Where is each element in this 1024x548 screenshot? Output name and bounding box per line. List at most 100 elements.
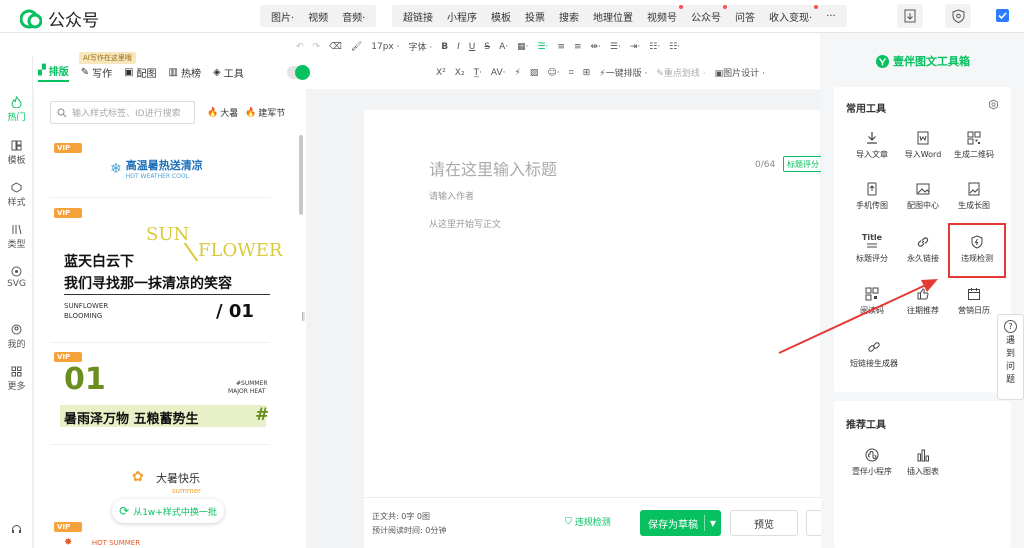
menu-miniprogram[interactable]: 小程序 [440, 9, 484, 24]
style-panel-scrollbar[interactable] [299, 135, 303, 215]
tab-images[interactable]: ▣ 配图 [124, 65, 156, 80]
emoji-icon[interactable]: ☺· [547, 68, 559, 78]
tool-title-score[interactable]: Title 标题评分 [846, 233, 898, 264]
app-logo[interactable]: 公众号 [20, 6, 99, 31]
export-icon-button[interactable] [897, 4, 923, 28]
menu-audio[interactable]: 音频· [335, 9, 372, 24]
panel-toggle[interactable] [287, 65, 310, 80]
menu-image[interactable]: 图片· [264, 9, 301, 24]
style-card-3[interactable]: 01 #SUMMER MAJOR HEAT 暑雨泽万物 五粮蓄势生 # [50, 349, 270, 445]
style-card-1[interactable]: ❄ 高温暑热送清凉 HOT WEATHER COOL [50, 140, 270, 198]
bold-icon[interactable]: B [441, 42, 448, 52]
font-family-select[interactable]: 字体 · [408, 40, 432, 53]
tool-past-recommend[interactable]: 往期推荐 [897, 287, 949, 316]
image-insert-icon[interactable]: ▨ [530, 68, 539, 78]
hot-tag-dashu[interactable]: 🔥 大暑 [207, 106, 238, 120]
superscript-icon[interactable]: X² [436, 68, 446, 78]
letter-spacing-icon[interactable]: ⇹· [591, 42, 601, 52]
italic-icon[interactable]: I [457, 42, 460, 52]
underline-icon[interactable]: U [469, 42, 476, 52]
font-size-select[interactable]: 17px · [371, 42, 399, 52]
undo-icon[interactable]: ↶ [296, 42, 304, 52]
image-design[interactable]: ▣图片设计 · [715, 66, 765, 79]
menu-vote[interactable]: 投票 [518, 9, 552, 24]
eraser-icon[interactable]: ⌫ [329, 42, 342, 52]
tool-phone-upload[interactable]: 手机传图 [846, 182, 898, 211]
menu-hyperlink[interactable]: 超链接 [396, 9, 440, 24]
menu-search[interactable]: 搜索 [552, 9, 586, 24]
tab-write[interactable]: ✎ 写作 [81, 65, 112, 80]
tool-marketing-calendar[interactable]: 营销日历 [948, 287, 1000, 316]
menu-qa[interactable]: 问答 [728, 9, 762, 24]
tool-image-center[interactable]: 配图中心 [897, 182, 949, 211]
rail-hot[interactable]: 热门 [0, 96, 33, 123]
rail-mine[interactable]: 我的 [0, 324, 33, 350]
indent-icon[interactable]: ⇥· [630, 42, 640, 52]
one-click-layout[interactable]: ⚡一键排版 · [599, 66, 647, 79]
tool-import-word[interactable]: 导入Word [897, 131, 949, 160]
menu-template[interactable]: 模板 [484, 9, 518, 24]
ordered-list-icon[interactable]: ☷· [669, 42, 680, 52]
html-icon[interactable]: ⌗ [569, 68, 574, 78]
align-center-icon[interactable]: ≡ [557, 42, 565, 52]
tab-layout[interactable]: ▞ 排版 [38, 63, 69, 82]
subscript-icon[interactable]: X₂ [455, 68, 465, 78]
tool-short-link[interactable]: 短链接生成器 [844, 340, 904, 369]
font-color-icon[interactable]: A· [499, 42, 508, 52]
tool-long-image[interactable]: 生成长图 [948, 182, 1000, 211]
redo-icon[interactable]: ↷ [313, 42, 321, 52]
title-score-button[interactable]: 标题评分 [783, 156, 823, 172]
rail-support[interactable] [0, 524, 33, 537]
tool-import-article[interactable]: 导入文章 [846, 131, 898, 160]
style-card-2[interactable]: SUN FLOWER 蓝天白云下 我们寻找那一抹清凉的笑容 SUNFLOWER … [50, 205, 282, 343]
list-icon[interactable]: ☷· [649, 42, 660, 52]
tool-insert-chart[interactable]: 插入图表 [897, 448, 949, 477]
rail-template[interactable]: 模板 [0, 140, 33, 166]
menu-official-account[interactable]: 公众号 [684, 4, 728, 24]
align-right-icon[interactable]: ≡ [574, 42, 582, 52]
snowflake-icon: ❄ [110, 160, 122, 177]
align-left-icon[interactable]: ☰· [537, 42, 548, 52]
panel-resize-handle[interactable]: ‖ [301, 312, 306, 322]
clear-format-icon[interactable]: T̲· [474, 68, 482, 78]
help-button[interactable]: ? 遇 到 问 题 [997, 314, 1024, 400]
focus-underline[interactable]: ✎重点划线 · [656, 66, 705, 79]
text-effect-icon[interactable]: AV· [491, 68, 506, 78]
rail-style[interactable]: 样式 [0, 182, 33, 208]
checked-icon-button[interactable] [996, 9, 1009, 22]
style-search-input[interactable]: 输入样式标签、ID进行搜索 [50, 101, 195, 124]
tool-permanent-link[interactable]: 永久链接 [897, 235, 949, 264]
violation-check-button[interactable]: ⛉ 违规检测 [565, 515, 611, 529]
rail-type[interactable]: 类型 [0, 224, 33, 250]
menu-more[interactable]: ··· [819, 11, 843, 22]
card2-tag2: BLOOMING [64, 312, 103, 320]
refresh-batch-button[interactable]: ⟳ 从1w+样式中换一批 [112, 499, 224, 523]
hot-tag-army-day[interactable]: 🔥 建军节 [245, 106, 285, 120]
menu-monetize[interactable]: 收入变现· [762, 4, 819, 24]
table-icon[interactable]: ⊞ [583, 68, 591, 78]
tool-yiban-miniprogram[interactable]: 壹伴小程序 [846, 448, 898, 477]
save-draft-button[interactable]: 保存为草稿 ▼ [640, 510, 721, 536]
style-card-5[interactable]: ✸ HOT SUMMER [64, 535, 274, 548]
chevron-down-icon[interactable]: ▼ [704, 515, 721, 531]
menu-location[interactable]: 地理位置 [586, 9, 640, 24]
background-color-icon[interactable]: ▦· [517, 42, 528, 52]
format-painter-icon[interactable]: 🖌 [351, 42, 362, 52]
tab-hot[interactable]: ▥ 热榜 [169, 65, 201, 80]
strikethrough-icon[interactable]: S [484, 42, 490, 52]
rail-more[interactable]: 更多 [0, 366, 33, 392]
tab-tools[interactable]: ◈ 工具 [213, 65, 244, 80]
menu-video[interactable]: 视频 [301, 9, 335, 24]
tool-qrcode[interactable]: 生成二维码 [948, 131, 1000, 160]
preview-button[interactable]: 预览 [730, 510, 798, 536]
author-input[interactable]: 请输入作者 [429, 189, 474, 202]
title-input[interactable]: 请在这里输入标题 [429, 156, 557, 180]
body-editor[interactable]: 从这里开始写正文 [429, 217, 501, 230]
tool-read-code[interactable]: 阅读码 [846, 287, 898, 316]
magic-icon[interactable]: ⚡ [515, 68, 521, 78]
gear-icon[interactable] [988, 99, 999, 110]
line-height-icon[interactable]: ☰· [610, 42, 621, 52]
shield-icon-button[interactable] [945, 4, 971, 28]
menu-channels[interactable]: 视频号 [640, 4, 684, 24]
rail-svg[interactable]: SVG [0, 266, 33, 289]
